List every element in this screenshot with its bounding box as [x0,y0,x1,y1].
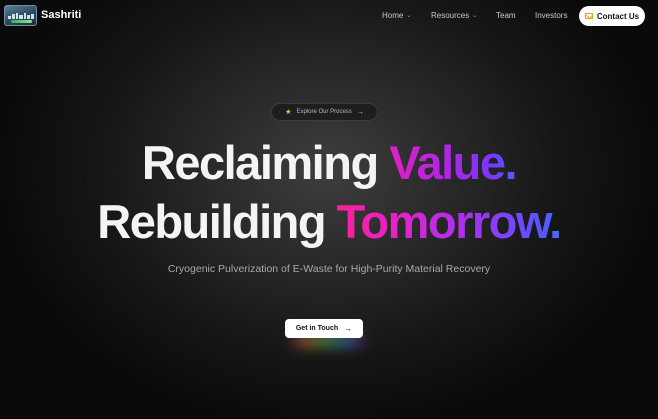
chevron-down-icon: ⌄ [406,13,412,19]
hero-subtitle: Cryogenic Pulverization of E-Waste for H… [167,263,491,275]
nav-item-label: Home [382,11,404,20]
star-icon: ★ [285,109,292,116]
headline-accent-text: Tomorrow. [336,195,563,248]
logo-leaf [11,20,32,23]
hero-headline-line2: Rebuilding Tomorrow. [0,198,658,245]
nav-item-label: Resources [431,11,470,20]
nav-item-team[interactable]: Team [496,11,516,20]
explore-process-label: Explore Our Process [296,109,352,115]
nav-item-label: Team [496,11,516,20]
top-navbar: Sashriti Home ⌄ Resources ⌄ Team Investo… [0,0,658,34]
headline-accent-text: Value. [389,136,517,189]
explore-process-pill[interactable]: ★ Explore Our Process → [271,103,378,121]
mail-icon [584,13,593,19]
get-in-touch-button[interactable]: Get in Touch → [285,319,363,338]
nav-item-label: Investors [535,11,568,20]
hero-headline-line1: Reclaiming Value. [0,139,658,186]
logo-skyline [8,13,35,19]
headline-plain-text: Reclaiming [141,136,390,189]
contact-us-label: Contact Us [596,11,640,21]
landing-page: Sashriti Home ⌄ Resources ⌄ Team Investo… [0,0,658,419]
nav-item-resources[interactable]: Resources ⌄ [431,11,477,20]
get-in-touch-label: Get in Touch [295,325,339,332]
chevron-down-icon: ⌄ [472,13,478,19]
headline-plain-text: Rebuilding [97,195,337,248]
contact-us-button[interactable]: Contact Us [579,6,645,26]
arrow-right-icon: → [356,108,364,116]
brand-name[interactable]: Sashriti [41,9,81,21]
nav-item-home[interactable]: Home ⌄ [382,11,411,20]
sashriti-logo[interactable] [4,5,37,26]
arrow-right-icon: → [344,324,353,333]
nav-item-investors[interactable]: Investors [535,11,567,20]
